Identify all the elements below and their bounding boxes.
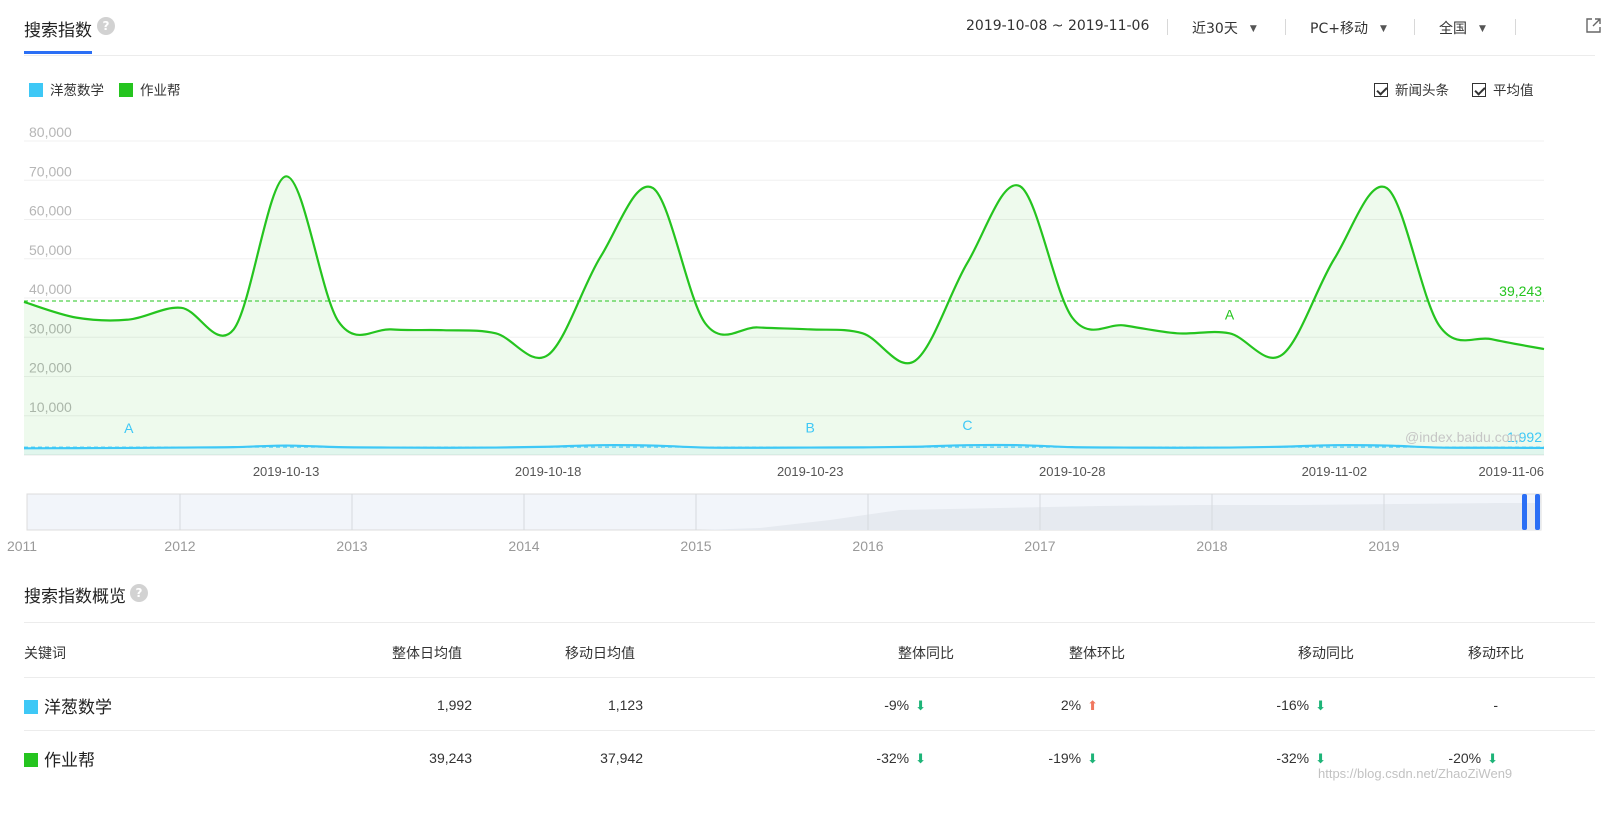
table-row-keyword[interactable]: 洋葱数学 bbox=[24, 693, 112, 718]
cell-overall-avg: 1,992 bbox=[436, 697, 472, 713]
y-tick-label: 80,000 bbox=[29, 124, 72, 140]
average-label: 39,243 bbox=[1499, 283, 1542, 299]
y-tick-label: 60,000 bbox=[29, 203, 72, 219]
keyword-swatch bbox=[24, 700, 38, 714]
cell-mobile-avg: 1,123 bbox=[607, 697, 643, 713]
cell-value: -32% bbox=[1276, 750, 1310, 766]
annotation-label: A bbox=[1225, 306, 1235, 322]
navigator-year-label: 2016 bbox=[852, 538, 883, 554]
annotation-label: C bbox=[962, 417, 972, 433]
keyword-swatch bbox=[24, 753, 38, 767]
header-keyword: 关键词 bbox=[24, 646, 66, 662]
y-tick-label: 70,000 bbox=[29, 163, 72, 179]
header-overall-avg: 整体日均值 bbox=[392, 646, 462, 662]
x-tick-label: 2019-10-28 bbox=[1039, 464, 1106, 479]
help-icon[interactable]: ? bbox=[130, 584, 148, 602]
footer-watermark: https://blog.csdn.net/ZhaoZiWen9 bbox=[1318, 766, 1513, 781]
table-row-keyword[interactable]: 作业帮 bbox=[24, 746, 95, 771]
x-tick-label: 2019-11-06 bbox=[1478, 464, 1544, 479]
table-divider bbox=[24, 677, 1595, 678]
header-mobile-avg: 移动日均值 bbox=[565, 646, 635, 662]
navigator-year-label: 2013 bbox=[336, 538, 367, 554]
navigator-year-label: 2019 bbox=[1368, 538, 1399, 554]
cell-mobile-mom: - bbox=[1493, 697, 1498, 713]
navigator-handle-right[interactable] bbox=[1535, 494, 1540, 530]
range-navigator: 2011 2012 2013 2014 2015 2016 2017 2018 2019 bbox=[7, 493, 1542, 554]
x-tick-label: 2019-10-13 bbox=[253, 464, 320, 479]
cell-overall-mom: -19% ⬇ bbox=[1048, 750, 1098, 767]
navigator-handle-left[interactable] bbox=[1522, 494, 1527, 530]
navigator-year-label: 2011 bbox=[7, 538, 37, 554]
x-tick-label: 2019-10-23 bbox=[777, 464, 844, 479]
header-mobile-mom: 移动环比 bbox=[1468, 646, 1524, 662]
cell-mobile-yoy: -16% ⬇ bbox=[1276, 697, 1326, 714]
chart-watermark: @index.baidu.com bbox=[1405, 429, 1521, 445]
arrow-down-icon: ⬇ bbox=[1315, 751, 1326, 766]
navigator-year-label: 2017 bbox=[1024, 538, 1055, 554]
cell-value: -32% bbox=[876, 750, 910, 766]
cell-overall-yoy: -9% ⬇ bbox=[884, 697, 926, 714]
arrow-down-icon: ⬇ bbox=[915, 751, 926, 766]
y-tick-label: 50,000 bbox=[29, 242, 72, 258]
overview-title: 搜索指数概览 bbox=[24, 587, 126, 607]
arrow-down-icon: ⬇ bbox=[1087, 751, 1098, 766]
arrow-up-icon: ⬆ bbox=[1087, 698, 1098, 713]
cell-value: -20% bbox=[1448, 750, 1482, 766]
arrow-down-icon: ⬇ bbox=[1487, 751, 1498, 766]
navigator-year-label: 2014 bbox=[508, 538, 539, 554]
cell-mobile-avg: 37,942 bbox=[600, 750, 643, 766]
header-mobile-yoy: 移动同比 bbox=[1298, 646, 1354, 662]
series-area bbox=[24, 176, 1544, 456]
cell-value: -16% bbox=[1276, 697, 1310, 713]
cell-overall-mom: 2% ⬆ bbox=[1061, 697, 1098, 714]
keyword-label: 洋葱数学 bbox=[44, 698, 112, 718]
x-tick-label: 2019-10-18 bbox=[515, 464, 582, 479]
cell-value: -19% bbox=[1048, 750, 1082, 766]
x-tick-label: 2019-11-02 bbox=[1302, 464, 1368, 479]
header-overall-yoy: 整体同比 bbox=[898, 646, 954, 662]
annotation-label: B bbox=[806, 420, 815, 436]
keyword-label: 作业帮 bbox=[44, 751, 95, 771]
cell-overall-yoy: -32% ⬇ bbox=[876, 750, 926, 767]
arrow-down-icon: ⬇ bbox=[915, 698, 926, 713]
annotation-label: A bbox=[124, 420, 134, 436]
trend-chart[interactable]: 80,00070,00060,00050,00040,00030,00020,0… bbox=[0, 0, 1619, 570]
header-overall-mom: 整体环比 bbox=[1069, 646, 1125, 662]
table-divider bbox=[24, 622, 1595, 623]
navigator-year-label: 2015 bbox=[680, 538, 711, 554]
navigator-year-label: 2018 bbox=[1196, 538, 1227, 554]
cell-mobile-yoy: -32% ⬇ bbox=[1276, 750, 1326, 767]
cell-value: 2% bbox=[1060, 697, 1082, 713]
table-divider bbox=[24, 730, 1595, 731]
cell-mobile-mom: -20% ⬇ bbox=[1448, 750, 1498, 767]
navigator-year-label: 2012 bbox=[164, 538, 195, 554]
cell-overall-avg: 39,243 bbox=[429, 750, 472, 766]
y-tick-label: 40,000 bbox=[29, 281, 72, 297]
arrow-down-icon: ⬇ bbox=[1315, 698, 1326, 713]
cell-value: -9% bbox=[884, 697, 910, 713]
